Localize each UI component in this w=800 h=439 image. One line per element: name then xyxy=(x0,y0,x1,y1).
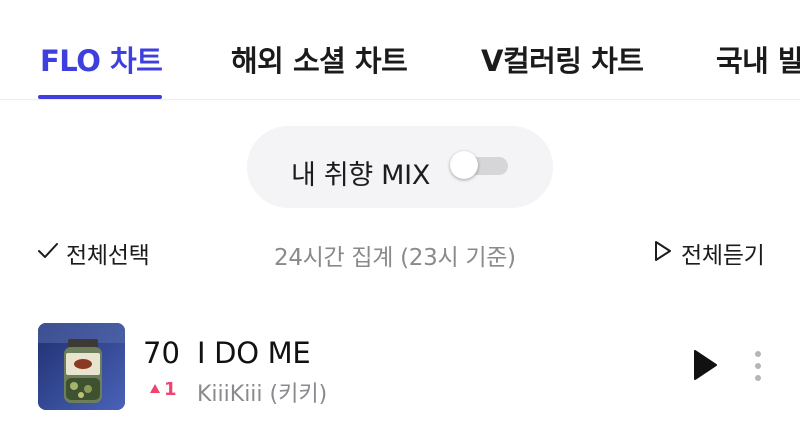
track-rank: 70 xyxy=(143,336,180,370)
album-cover[interactable] xyxy=(38,323,125,410)
aggregation-info: 24시간 집계 (23시 기준) xyxy=(274,245,516,271)
select-all-label: 전체선택 xyxy=(66,243,150,269)
play-all-button[interactable]: 전체듣기 xyxy=(653,236,765,270)
play-outline-icon xyxy=(653,239,673,267)
tab-flo-chart[interactable]: FLO 차트 xyxy=(40,38,163,80)
play-icon xyxy=(694,350,717,380)
play-all-label: 전체듣기 xyxy=(681,243,765,269)
active-tab-indicator xyxy=(38,95,162,99)
rank-change-value: 1 xyxy=(164,379,177,400)
album-cover-image xyxy=(38,323,125,410)
select-all-button[interactable]: 전체선택 xyxy=(36,236,150,270)
more-vertical-icon xyxy=(755,351,761,381)
rank-change-indicator: 1 xyxy=(149,379,177,400)
chart-tabs: FLO 차트 해외 소셜 차트 V컬러링 차트 국내 발 xyxy=(0,0,800,100)
tab-domestic-chart[interactable]: 국내 발 xyxy=(716,38,800,80)
taste-mix-switch[interactable] xyxy=(450,151,508,179)
chart-track-row[interactable]: 70 I DO ME 1 KiiiKiii (키키) xyxy=(0,318,800,414)
checkmark-icon xyxy=(36,239,60,267)
chart-controls: 전체선택 24시간 집계 (23시 기준) 전체듣기 xyxy=(0,232,800,272)
switch-knob xyxy=(450,151,478,179)
rank-up-icon xyxy=(149,379,161,400)
track-more-button[interactable] xyxy=(748,348,768,384)
taste-mix-label: 내 취향 MIX xyxy=(291,160,431,191)
taste-mix-toggle-pill[interactable]: 내 취향 MIX xyxy=(247,126,553,208)
track-title[interactable]: I DO ME xyxy=(197,336,311,370)
track-artist[interactable]: KiiiKiii (키키) xyxy=(197,376,327,408)
track-play-button[interactable] xyxy=(690,348,720,382)
tab-overseas-social-chart[interactable]: 해외 소셜 차트 xyxy=(231,38,408,80)
tab-v-coloring-chart[interactable]: V컬러링 차트 xyxy=(481,38,644,80)
flo-chart-screen: FLO 차트 해외 소셜 차트 V컬러링 차트 국내 발 내 취향 MIX 전체… xyxy=(0,0,800,439)
